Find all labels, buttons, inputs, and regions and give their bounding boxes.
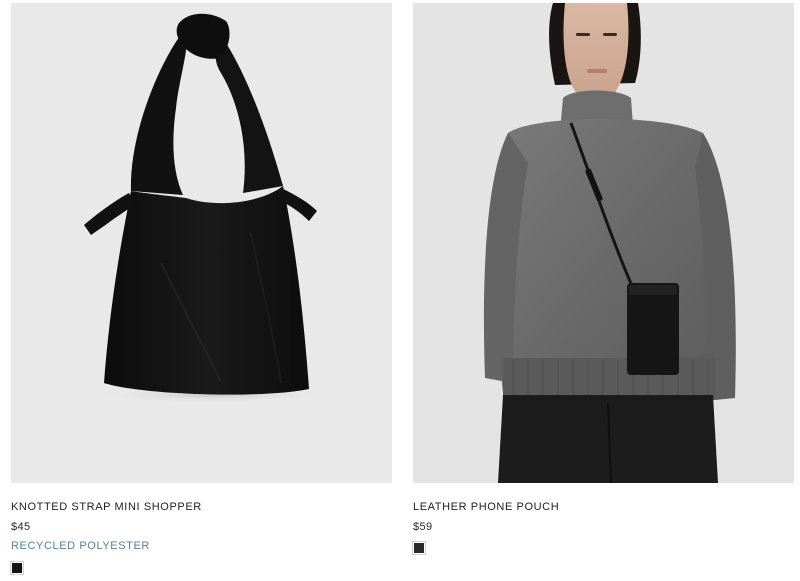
product-info: KNOTTED STRAP MINI SHOPPER $45 RECYCLED … (10, 500, 392, 575)
product-price: $45 (11, 521, 31, 533)
product-info: LEATHER PHONE POUCH $59 (412, 500, 794, 555)
product-image[interactable] (413, 3, 794, 483)
color-swatch[interactable] (412, 541, 426, 555)
product-grid: KNOTTED STRAP MINI SHOPPER $45 RECYCLED … (0, 0, 800, 581)
product-card[interactable]: KNOTTED STRAP MINI SHOPPER $45 RECYCLED … (10, 3, 392, 575)
model-with-phone-pouch-image (483, 3, 736, 483)
product-image[interactable] (11, 3, 392, 483)
product-title[interactable]: LEATHER PHONE POUCH (413, 500, 794, 514)
product-card[interactable]: LEATHER PHONE POUCH $59 (412, 3, 794, 555)
product-price: $59 (413, 521, 433, 533)
product-title[interactable]: KNOTTED STRAP MINI SHOPPER (11, 500, 392, 514)
color-swatch[interactable] (10, 561, 24, 575)
black-tote-bag-image (84, 13, 331, 403)
product-material-tag: RECYCLED POLYESTER (11, 540, 150, 552)
